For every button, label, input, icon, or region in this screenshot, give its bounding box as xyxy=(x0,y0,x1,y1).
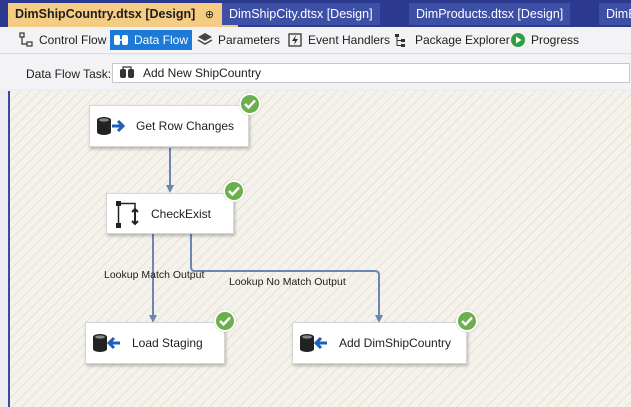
progress-label: Progress xyxy=(531,33,580,47)
task-selector-row: Data Flow Task: Add New ShipCountry xyxy=(0,55,631,89)
designer-toolbar: Control Flow Data Flow Parameters Event … xyxy=(0,27,631,54)
parameters-icon xyxy=(197,33,213,45)
data-flow-icon xyxy=(114,35,128,45)
progress-button[interactable]: Progress xyxy=(507,30,583,50)
lookup-icon xyxy=(115,199,141,229)
data-flow-canvas[interactable]: Get Row Changes CheckExist Lookup Match … xyxy=(8,91,631,407)
package-explorer-label: Package Explorer xyxy=(415,33,510,47)
tab-dimproducts[interactable]: DimProducts.dtsx [Design] xyxy=(409,3,571,25)
node-add-dimshipcountry[interactable]: Add DimShipCountry xyxy=(292,322,467,364)
node-label: Add DimShipCountry xyxy=(339,336,452,350)
tab-label: DimE xyxy=(606,7,631,21)
node-load-staging[interactable]: Load Staging xyxy=(85,322,225,364)
progress-icon xyxy=(511,33,525,47)
node-checkexist[interactable]: CheckExist xyxy=(106,193,234,234)
source-icon xyxy=(96,115,126,137)
node-get-row-changes[interactable]: Get Row Changes xyxy=(89,105,249,147)
tab-label: DimProducts.dtsx [Design] xyxy=(416,7,564,21)
event-handlers-icon xyxy=(288,33,302,47)
node-label: Get Row Changes xyxy=(136,119,235,133)
destination-icon xyxy=(92,332,122,354)
node-label: Load Staging xyxy=(132,336,203,350)
success-check-icon xyxy=(223,180,245,202)
control-flow-button[interactable]: Control Flow xyxy=(15,30,110,50)
event-handlers-button[interactable]: Event Handlers xyxy=(284,30,394,50)
tab-dimshipcountry[interactable]: DimShipCountry.dtsx [Design] ⊕ × xyxy=(8,3,239,27)
control-flow-icon xyxy=(19,32,33,47)
parameters-label: Parameters xyxy=(218,33,281,47)
task-value: Add New ShipCountry xyxy=(143,66,262,80)
success-check-icon xyxy=(456,310,478,332)
package-explorer-icon xyxy=(395,34,405,47)
task-dropdown[interactable]: Add New ShipCountry xyxy=(112,63,630,83)
tab-dime[interactable]: DimE xyxy=(599,3,631,25)
node-label: CheckExist xyxy=(151,206,212,221)
success-check-icon xyxy=(214,310,236,332)
pin-icon[interactable]: ⊕ xyxy=(205,4,214,26)
tab-label: DimShipCountry.dtsx [Design] xyxy=(15,7,196,21)
success-check-icon xyxy=(239,93,261,115)
control-flow-label: Control Flow xyxy=(39,33,107,47)
parameters-button[interactable]: Parameters xyxy=(194,30,284,50)
tab-label: DimShipCity.dtsx [Design] xyxy=(229,7,373,21)
document-tab-strip: DimShipCountry.dtsx [Design] ⊕ × DimShip… xyxy=(0,0,631,27)
destination-icon xyxy=(299,332,329,354)
task-label: Data Flow Task: xyxy=(26,67,112,81)
path-label-match: Lookup Match Output xyxy=(104,269,205,281)
event-handlers-label: Event Handlers xyxy=(308,33,391,47)
path-label-no-match: Lookup No Match Output xyxy=(229,276,346,288)
tab-dimshipcity[interactable]: DimShipCity.dtsx [Design] xyxy=(222,3,380,25)
data-flow-button[interactable]: Data Flow xyxy=(110,30,193,50)
data-flow-task-icon xyxy=(120,66,134,78)
data-flow-label: Data Flow xyxy=(134,33,189,47)
package-explorer-button[interactable]: Package Explorer xyxy=(391,30,514,50)
